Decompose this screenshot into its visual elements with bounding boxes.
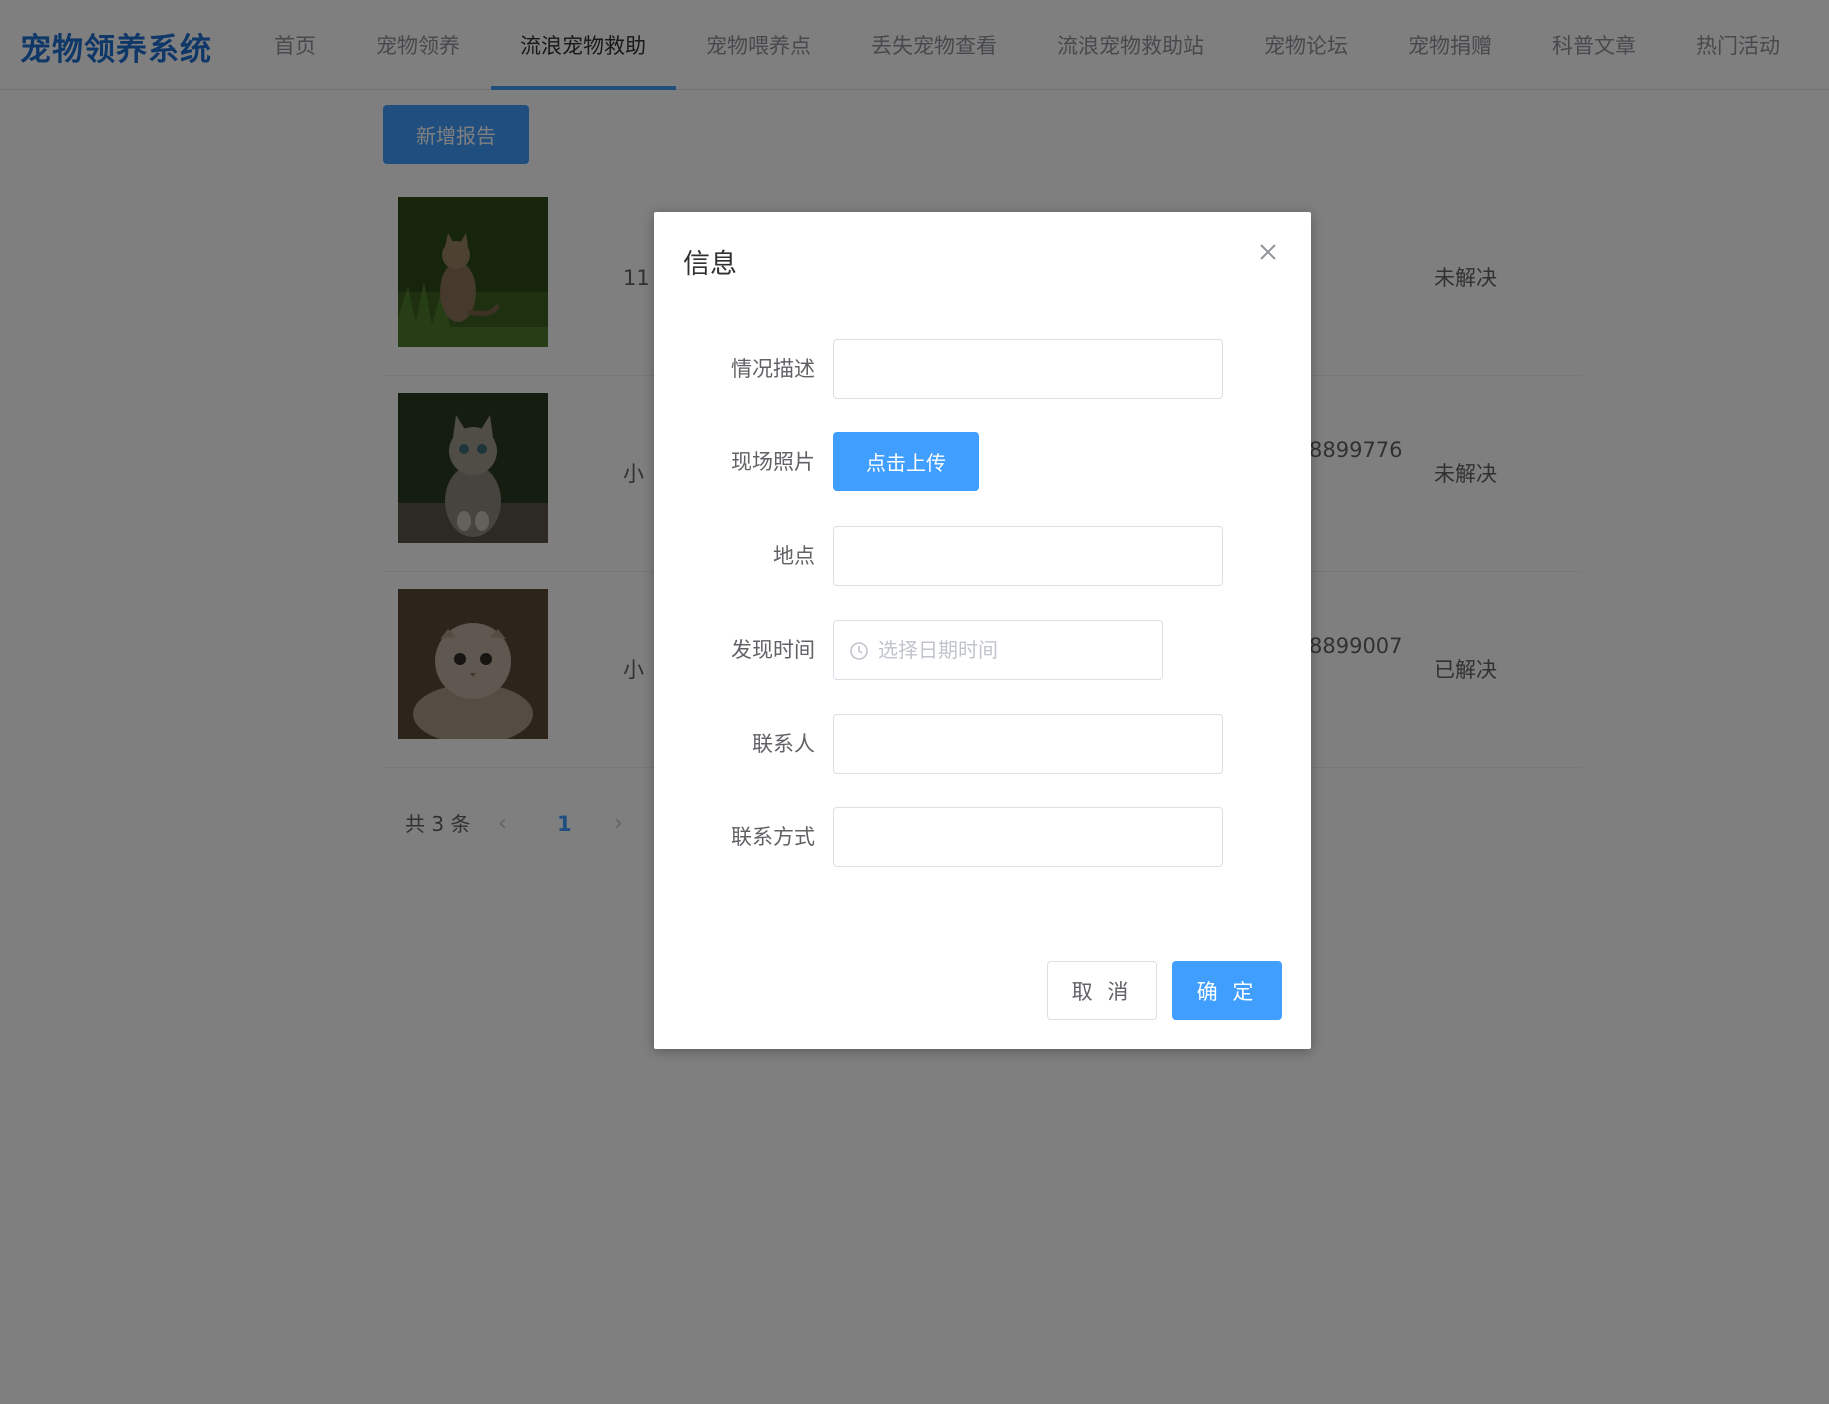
location-input[interactable] bbox=[833, 526, 1223, 586]
form-row-found-time: 发现时间 选择日期时间 bbox=[654, 620, 1311, 680]
contact-input[interactable] bbox=[833, 714, 1223, 774]
contact-method-label: 联系方式 bbox=[731, 825, 815, 849]
location-label: 地点 bbox=[773, 544, 815, 568]
form-row-location: 地点 bbox=[654, 526, 1311, 586]
close-icon[interactable] bbox=[1256, 240, 1280, 264]
contact-label: 联系人 bbox=[752, 732, 815, 756]
page: 宠物领养系统 首页 宠物领养 流浪宠物救助 宠物喂养点 丢失宠物查看 流浪宠物救… bbox=[0, 0, 1829, 1404]
cancel-button[interactable]: 取 消 bbox=[1047, 961, 1157, 1020]
datetime-placeholder: 选择日期时间 bbox=[878, 638, 998, 662]
confirm-button[interactable]: 确 定 bbox=[1172, 961, 1282, 1020]
description-input[interactable] bbox=[833, 339, 1223, 399]
form-row-contact-method: 联系方式 bbox=[654, 807, 1311, 867]
form-row-photo: 现场照片 点击上传 bbox=[654, 432, 1311, 492]
contact-method-input[interactable] bbox=[833, 807, 1223, 867]
info-dialog: 信息 情况描述 现场照片 点击上传 地点 发现时间 选择日期时间 联系人 联系方… bbox=[654, 212, 1311, 1049]
upload-button[interactable]: 点击上传 bbox=[833, 432, 979, 491]
form-row-contact: 联系人 bbox=[654, 714, 1311, 774]
found-time-label: 发现时间 bbox=[731, 638, 815, 662]
dialog-title: 信息 bbox=[683, 249, 737, 280]
photo-label: 现场照片 bbox=[731, 450, 815, 474]
datetime-picker[interactable]: 选择日期时间 bbox=[833, 620, 1163, 680]
clock-icon bbox=[849, 641, 869, 661]
description-label: 情况描述 bbox=[731, 357, 815, 381]
form-row-description: 情况描述 bbox=[654, 339, 1311, 399]
